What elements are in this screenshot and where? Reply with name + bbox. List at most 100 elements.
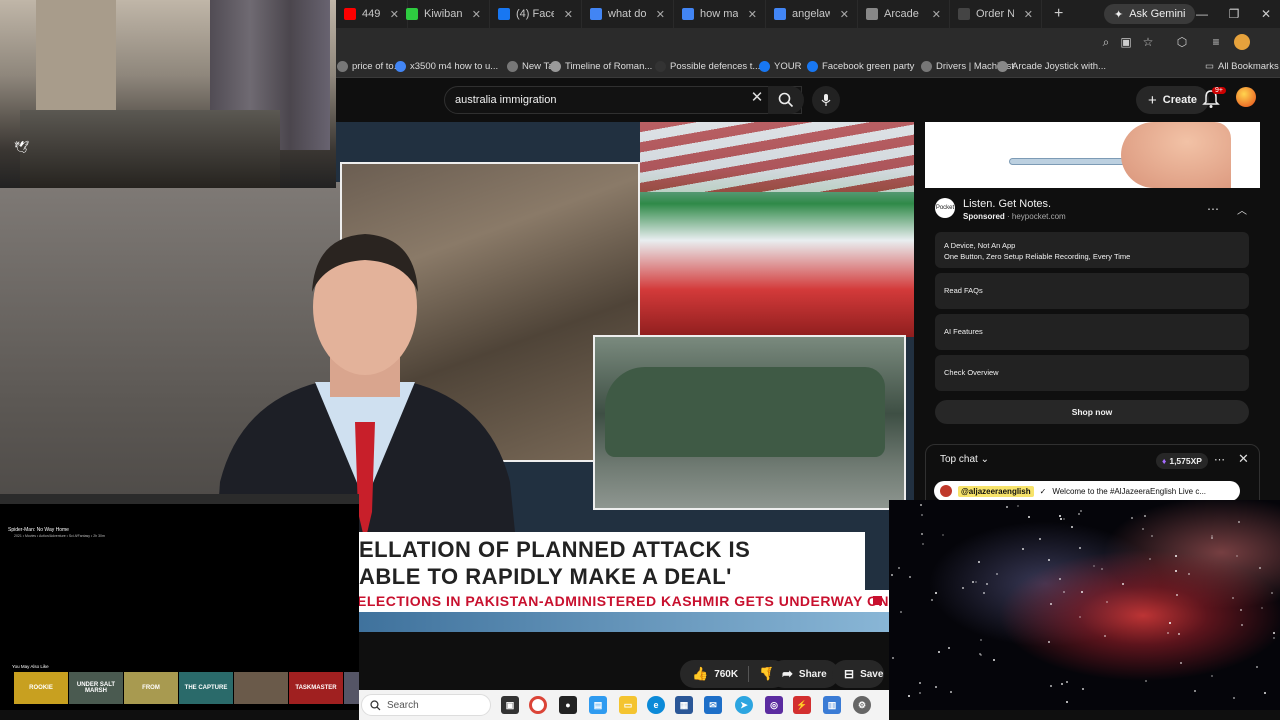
shop-now-button[interactable]: Shop now (935, 400, 1249, 424)
bookmark-item[interactable]: Possible defences t... (648, 61, 767, 72)
star-dot (978, 561, 980, 563)
recommended-poster[interactable] (234, 672, 288, 704)
recommended-poster[interactable]: UNDER SALT MARSH (69, 672, 123, 704)
browser-tab[interactable]: Arcade Joys✕ (858, 0, 950, 28)
ad-link-device[interactable]: A Device, Not An App One Button, Zero Se… (935, 232, 1249, 268)
star-dot (986, 583, 988, 585)
star-dot (1060, 518, 1062, 520)
star-dot (1167, 632, 1169, 634)
maximize-icon[interactable]: ❐ (1218, 0, 1250, 28)
close-window-icon[interactable]: ✕ (1250, 0, 1280, 28)
search-button[interactable] (768, 86, 804, 114)
live-chat-panel: Top chat ⌄ ♦ 1,575XP ⋯ ✕ @aljazeeraenglis… (925, 444, 1260, 504)
star-dot (1194, 690, 1196, 692)
settings-gear-icon[interactable]: ⚙ (853, 696, 871, 714)
star-dot (972, 581, 974, 583)
close-tab-icon[interactable]: ✕ (472, 8, 481, 21)
ad-link-faqs[interactable]: Read FAQs (935, 273, 1249, 309)
minimize-icon[interactable]: — (1186, 0, 1218, 28)
ask-gemini-button[interactable]: ✦ Ask Gemini (1104, 4, 1196, 24)
account-avatar[interactable] (1236, 87, 1256, 107)
star-dot (1271, 592, 1273, 594)
star-dot (1188, 573, 1190, 575)
browser-tab[interactable]: angelawalsh✕ (766, 0, 858, 28)
collapse-chevron-icon[interactable]: ︿ (1237, 202, 1247, 217)
voice-search-button[interactable] (812, 86, 840, 114)
chart-app-icon[interactable]: ▥ (823, 696, 841, 714)
browser-tab[interactable]: Kiwibank Inv✕ (398, 0, 490, 28)
order-icon (958, 8, 970, 20)
chrome-icon[interactable] (529, 696, 547, 714)
star-dot (1131, 517, 1133, 519)
close-tab-icon[interactable]: ✕ (656, 8, 665, 21)
reading-list-icon[interactable]: ≡ (1208, 34, 1224, 50)
task-view-icon[interactable]: ▣ (501, 696, 519, 714)
gem-icon: ♦ (1162, 456, 1167, 466)
microphone-icon (821, 94, 831, 106)
recommended-poster[interactable]: ROOKIE (14, 672, 68, 704)
recommended-poster[interactable]: FROM (124, 672, 178, 704)
lightning-app-icon[interactable]: ⚡ (793, 696, 811, 714)
clear-search-icon[interactable]: ✕ (748, 88, 766, 106)
star-dot (1256, 666, 1258, 668)
nested-screenshot-overlay: Spider-Man: No Way Home 2021 • Movies • … (0, 494, 359, 710)
pinned-message[interactable]: @aljazeeraenglish ✓ Welcome to the #AlJa… (934, 481, 1240, 501)
share-button[interactable]: ➦ Share (770, 660, 839, 688)
obs-icon[interactable]: ● (559, 696, 577, 714)
create-button[interactable]: + Create (1136, 86, 1210, 114)
star-dot (919, 682, 921, 684)
all-bookmarks-button[interactable]: ▭ All Bookmarks (1198, 61, 1280, 72)
bookmark-item[interactable]: Timeline of Roman... (543, 61, 659, 72)
new-tab-icon[interactable]: + (1044, 5, 1073, 23)
star-dot (1006, 506, 1008, 508)
close-tab-icon[interactable]: ✕ (932, 8, 941, 21)
close-tab-icon[interactable]: ✕ (1024, 8, 1033, 21)
recommended-poster[interactable]: THE CAPTURE (179, 672, 233, 704)
profile-icon[interactable] (1234, 34, 1250, 50)
chat-more-icon[interactable]: ⋯ (1214, 453, 1225, 466)
verified-icon: ✓ (1039, 486, 1047, 496)
close-tab-icon[interactable]: ✕ (564, 8, 573, 21)
browser-tab[interactable]: (4) Facebook✕ (490, 0, 582, 28)
browser-tab[interactable]: Order New 2✕ (950, 0, 1042, 28)
screenshot-icon[interactable]: ▣ (1118, 34, 1134, 50)
star-dot (1145, 680, 1147, 682)
movie-meta: 2021 • Movies • Action/Adventure • Sci-f… (14, 534, 105, 538)
telegram-icon[interactable]: ➤ (735, 696, 753, 714)
bookmark-star-icon[interactable]: ☆ (1140, 34, 1156, 50)
browser-tab[interactable]: how many d✕ (674, 0, 766, 28)
app-icon[interactable]: ◎ (765, 696, 783, 714)
facebook-icon (498, 8, 510, 20)
edge-icon[interactable]: e (647, 696, 665, 714)
browser-tab[interactable]: what does m✕ (582, 0, 674, 28)
ad-link-overview[interactable]: Check Overview (935, 355, 1249, 391)
save-button[interactable]: ⊟ Save (832, 660, 884, 688)
xp-badge[interactable]: ♦ 1,575XP (1156, 453, 1208, 469)
bookmark-item[interactable]: Facebook green party (800, 61, 921, 72)
bookmark-item[interactable]: Arcade Joystick with... (990, 61, 1113, 72)
ad-image[interactable] (925, 122, 1260, 188)
thumbs-up-icon: 👍 (692, 666, 709, 681)
outlook-icon[interactable]: ✉ (704, 696, 722, 714)
chat-mode-dropdown[interactable]: Top chat ⌄ (940, 454, 989, 465)
calculator-icon[interactable]: ▦ (675, 696, 693, 714)
ad-title[interactable]: Listen. Get Notes. (963, 198, 1051, 210)
extensions-icon[interactable]: ⬡ (1174, 34, 1190, 50)
star-dot (921, 533, 923, 535)
close-tab-icon[interactable]: ✕ (748, 8, 757, 21)
store-icon[interactable]: ▤ (589, 696, 607, 714)
recommended-poster[interactable] (344, 672, 359, 704)
google-icon (774, 8, 786, 20)
advertiser-logo[interactable]: Pocket (935, 198, 955, 218)
zoom-icon[interactable]: ⌕ (1098, 34, 1114, 50)
star-dot (950, 691, 952, 693)
recommended-poster[interactable]: TASKMASTER (289, 672, 343, 704)
ad-link-ai-features[interactable]: AI Features (935, 314, 1249, 350)
close-tab-icon[interactable]: ✕ (840, 8, 849, 21)
more-options-icon[interactable]: ⋯ (1207, 202, 1219, 216)
chat-close-icon[interactable]: ✕ (1238, 451, 1249, 467)
file-explorer-icon[interactable]: ▭ (619, 696, 637, 714)
star-dot (900, 611, 902, 613)
taskbar-search[interactable]: Search (361, 694, 491, 716)
bookmark-item[interactable]: x3500 m4 how to u... (388, 61, 505, 72)
